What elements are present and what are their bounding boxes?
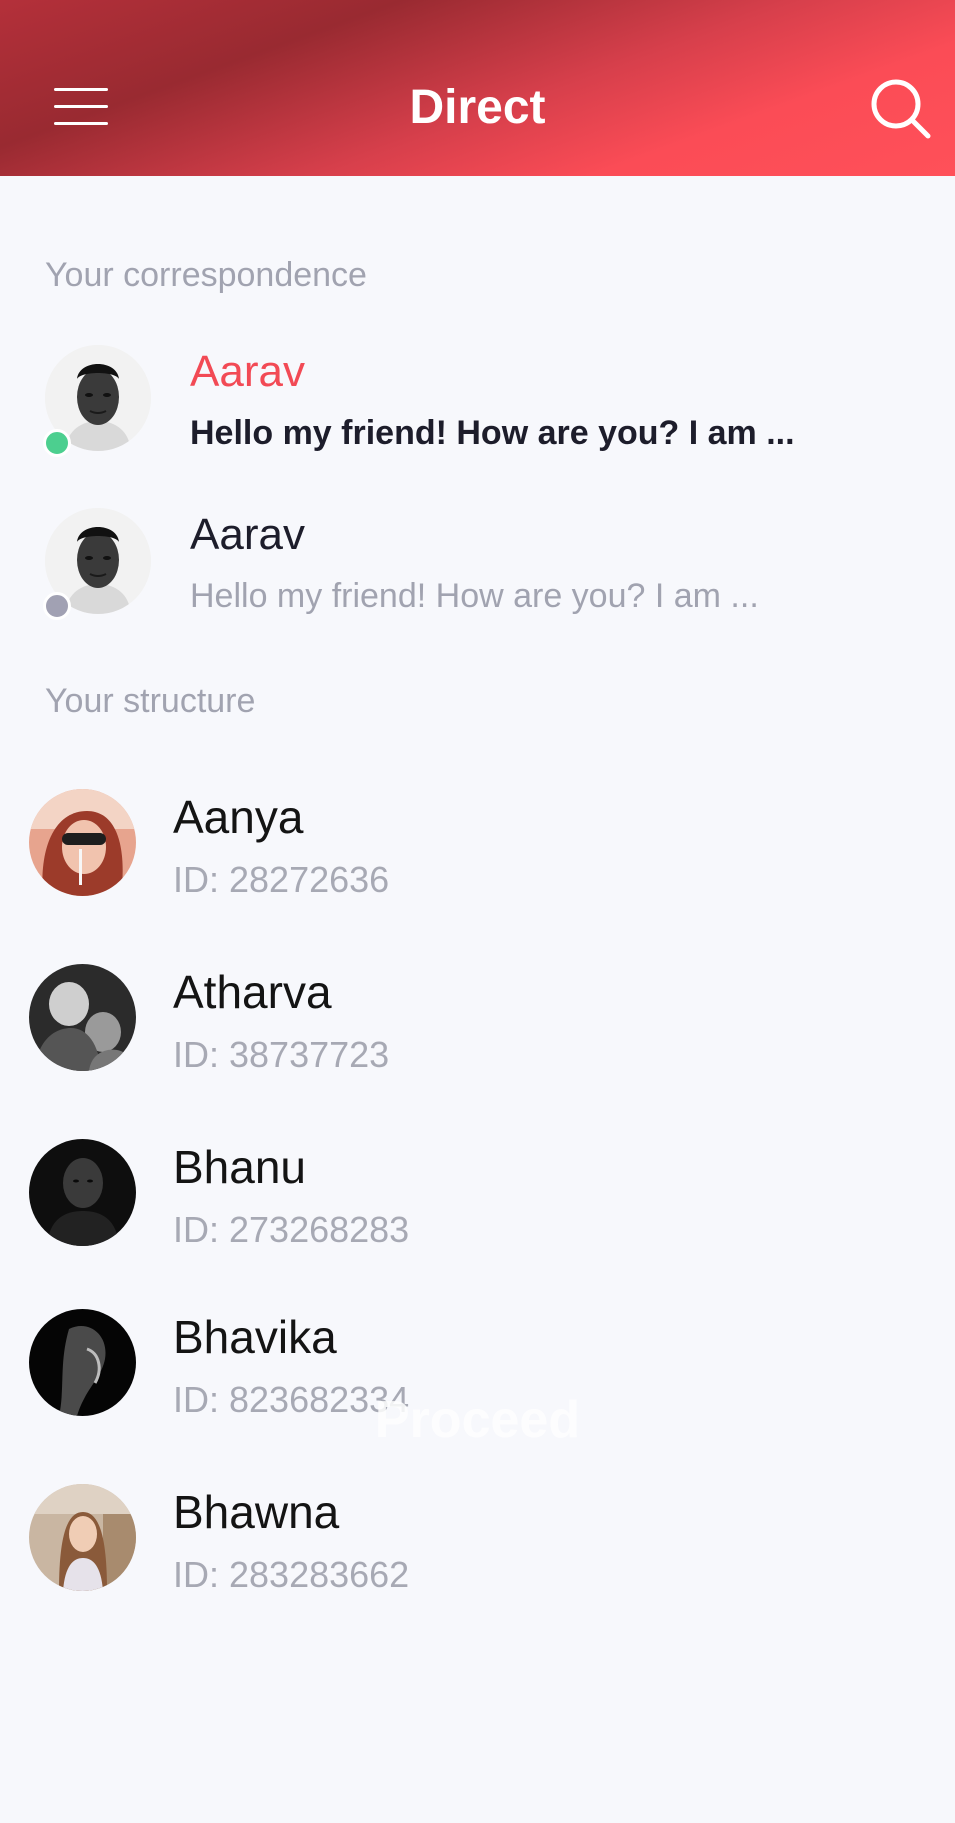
member-name: Bhanu xyxy=(173,1141,307,1193)
structure-member[interactable]: Bhanu ID: 273268283 xyxy=(0,1139,955,1259)
member-name: Aanya xyxy=(173,791,304,843)
member-id: ID: 283283662 xyxy=(173,1554,410,1595)
structure-member[interactable]: Bhawna ID: 283283662 xyxy=(0,1484,955,1604)
member-name: Bhawna xyxy=(173,1486,340,1538)
member-id: ID: 28272636 xyxy=(173,859,390,900)
section-label-correspondence: Your correspondence xyxy=(45,256,367,294)
conversation-item[interactable]: Aarav Hello my friend! How are you? I am… xyxy=(0,345,955,505)
avatar xyxy=(29,789,136,896)
section-label-structure: Your structure xyxy=(45,682,256,720)
online-status-dot xyxy=(43,429,71,457)
structure-member[interactable]: Aanya ID: 28272636 xyxy=(0,789,955,909)
structure-member[interactable]: Atharva ID: 38737723 xyxy=(0,964,955,1084)
avatar xyxy=(29,964,136,1071)
offline-status-dot xyxy=(43,592,71,620)
proceed-button[interactable]: Proceed xyxy=(0,1390,955,1450)
conversation-item[interactable]: Aarav Hello my friend! How are you? I am… xyxy=(0,508,955,668)
member-id: ID: 38737723 xyxy=(173,1034,390,1075)
member-id: ID: 273268283 xyxy=(173,1209,410,1250)
conversation-name: Aarav xyxy=(190,510,305,559)
avatar xyxy=(29,1484,136,1591)
page-title: Direct xyxy=(409,81,546,134)
search-icon[interactable] xyxy=(870,78,932,140)
conversation-preview: Hello my friend! How are you? I am ... xyxy=(190,414,795,452)
conversation-preview: Hello my friend! How are you? I am ... xyxy=(190,577,759,615)
avatar xyxy=(29,1139,136,1246)
conversation-name: Aarav xyxy=(190,347,305,396)
member-name: Bhavika xyxy=(173,1311,337,1363)
member-name: Atharva xyxy=(173,966,332,1018)
app-header: Direct xyxy=(0,0,955,176)
